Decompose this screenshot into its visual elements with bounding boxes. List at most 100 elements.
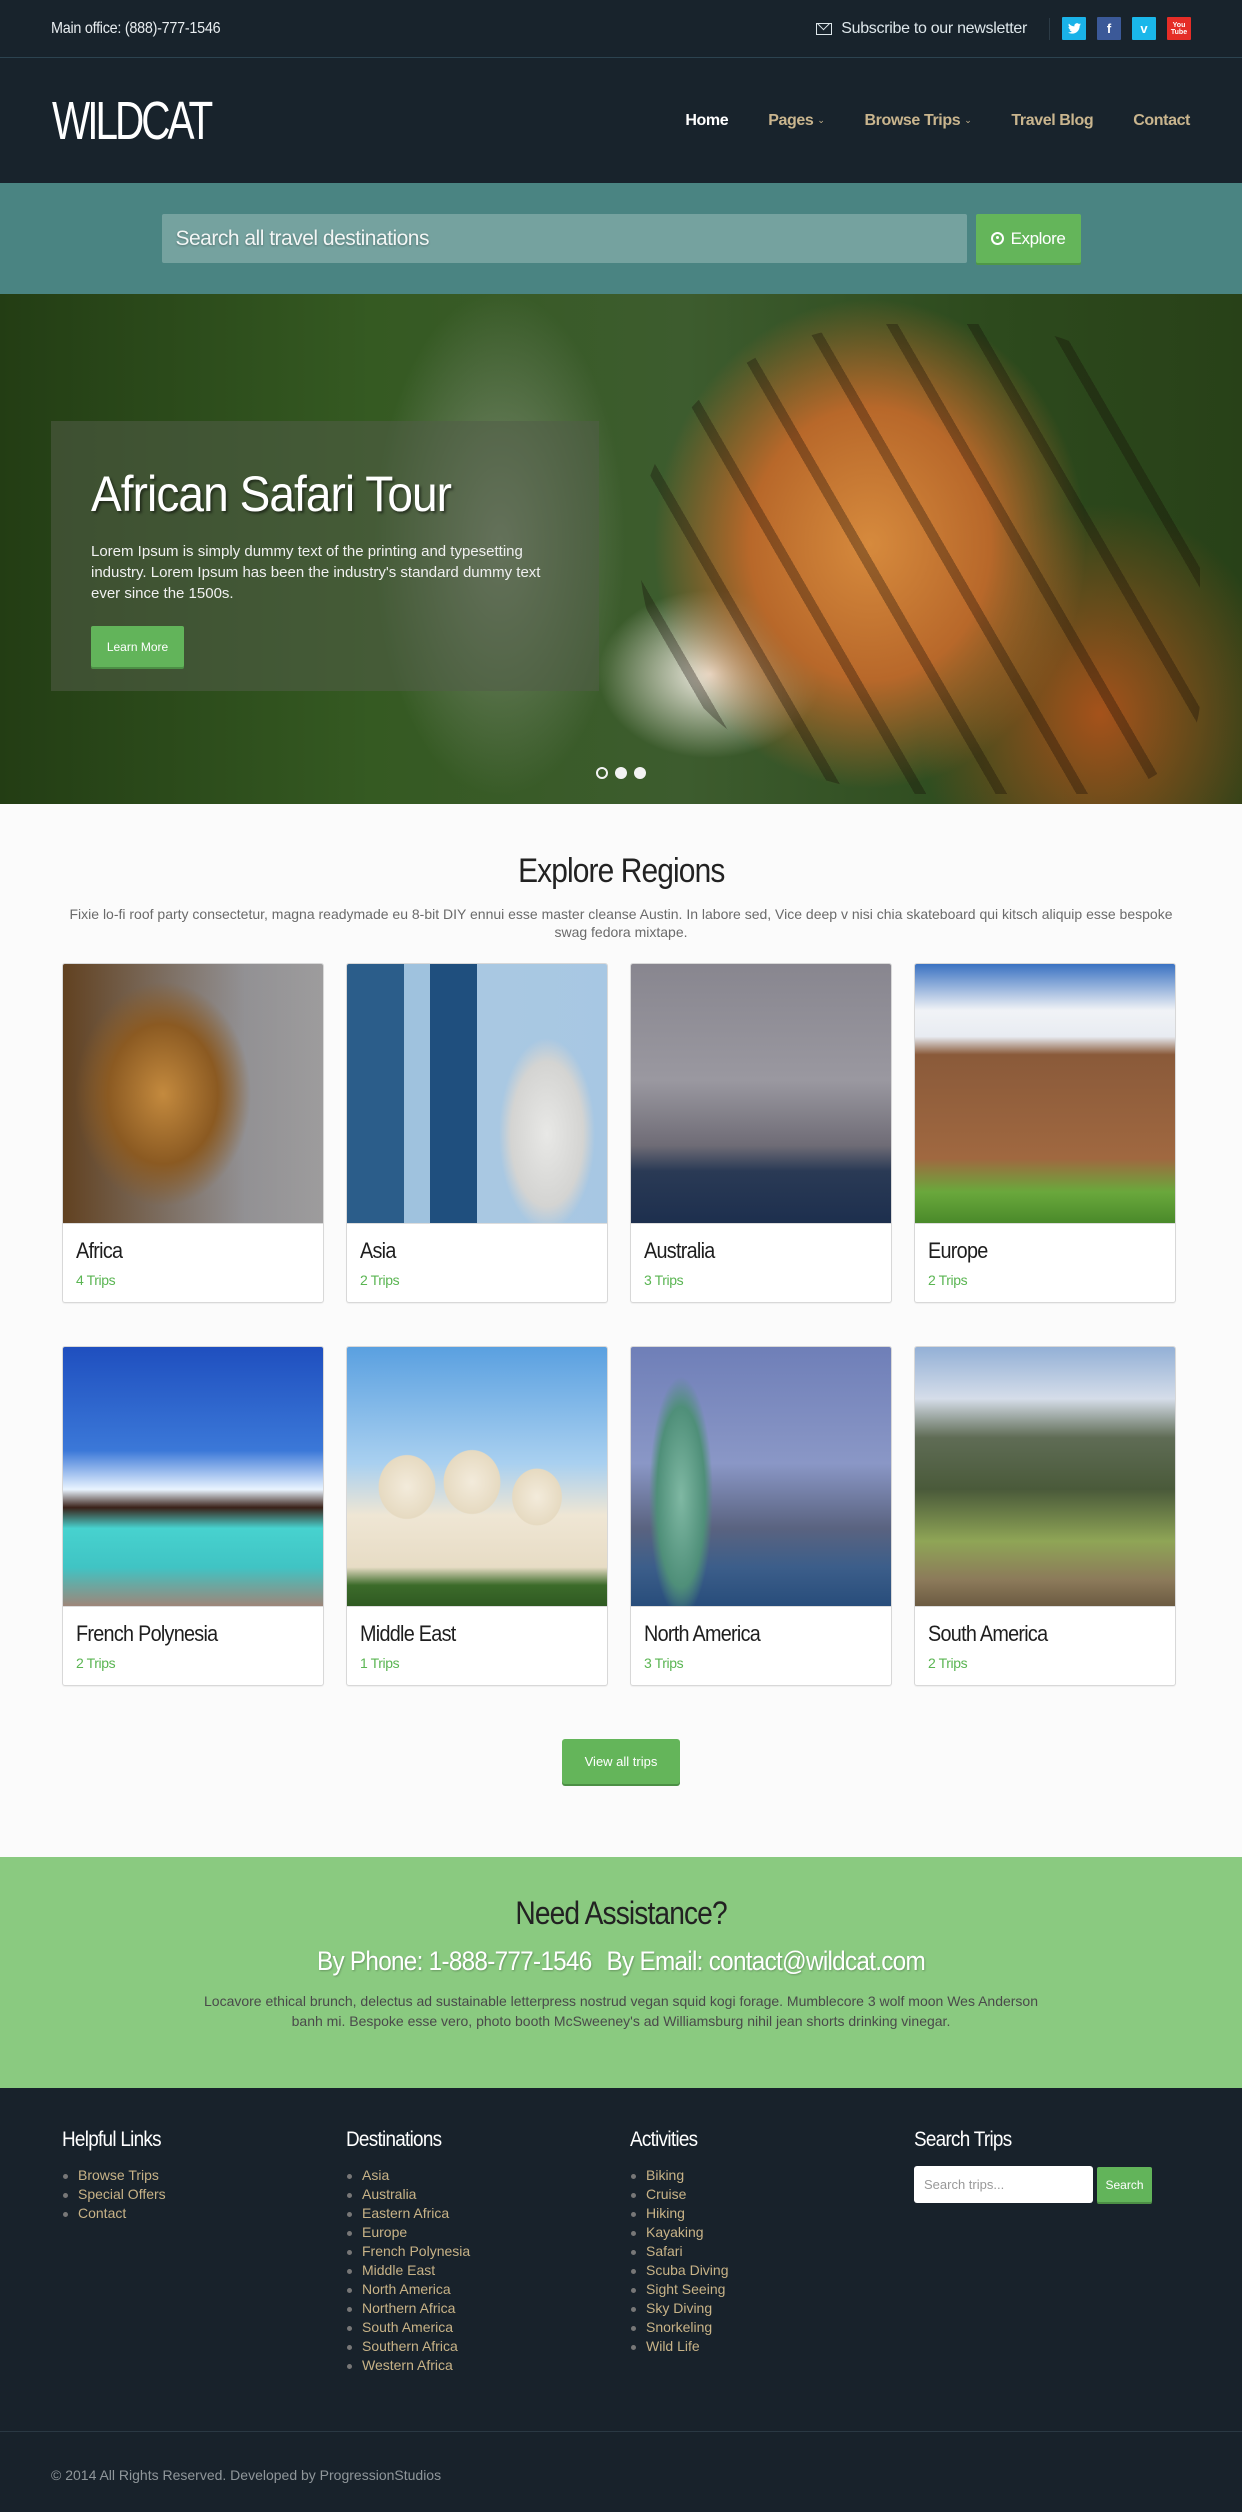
footer-link[interactable]: Asia bbox=[346, 2166, 630, 2185]
footer-divider bbox=[0, 2431, 1242, 2432]
footer-link[interactable]: Wild Life bbox=[630, 2337, 914, 2356]
footer-link[interactable]: Northern Africa bbox=[346, 2299, 630, 2318]
region-card-french-polynesia[interactable]: French Polynesia 2 Trips bbox=[62, 1346, 324, 1686]
footer-link[interactable]: Safari bbox=[630, 2242, 914, 2261]
footer-link[interactable]: Eastern Africa bbox=[346, 2204, 630, 2223]
region-name: French Polynesia bbox=[76, 1621, 218, 1646]
region-trip-count[interactable]: 2 Trips bbox=[928, 1655, 1175, 1671]
newsletter-link[interactable]: Subscribe to our newsletter bbox=[816, 20, 1027, 38]
nav-home[interactable]: Home bbox=[685, 112, 728, 130]
region-trip-count[interactable]: 3 Trips bbox=[644, 1655, 891, 1671]
phone-contact[interactable]: By Phone: 1-888-777-1546 bbox=[317, 1946, 592, 1976]
region-trip-count[interactable]: 2 Trips bbox=[928, 1272, 1175, 1288]
region-trip-count[interactable]: 2 Trips bbox=[360, 1272, 607, 1288]
office-phone: Main office: (888)-777-1546 bbox=[51, 19, 221, 37]
footer-heading: Destinations bbox=[346, 2128, 442, 2151]
learn-more-button[interactable]: Learn More bbox=[91, 626, 184, 667]
footer-link[interactable]: Kayaking bbox=[630, 2223, 914, 2242]
footer-link[interactable]: Australia bbox=[346, 2185, 630, 2204]
vimeo-icon[interactable]: v bbox=[1132, 17, 1156, 40]
facebook-icon[interactable]: f bbox=[1097, 17, 1121, 40]
footer-link[interactable]: North America bbox=[346, 2280, 630, 2299]
youtube-icon[interactable]: You Tube bbox=[1167, 17, 1191, 40]
footer-link[interactable]: South America bbox=[346, 2318, 630, 2337]
region-trip-count[interactable]: 4 Trips bbox=[76, 1272, 323, 1288]
region-name: Middle East bbox=[360, 1621, 456, 1646]
footer-link[interactable]: Cruise bbox=[630, 2185, 914, 2204]
destination-search-input[interactable]: Search all travel destinations bbox=[161, 214, 967, 263]
footer-activities: Activities Biking Cruise Hiking Kayaking… bbox=[630, 2128, 914, 2375]
region-name: North America bbox=[644, 1621, 761, 1646]
nav-contact[interactable]: Contact bbox=[1133, 112, 1190, 130]
nav-pages-label: Pages bbox=[768, 111, 814, 129]
footer-link[interactable]: Biking bbox=[630, 2166, 914, 2185]
region-image bbox=[63, 1347, 323, 1607]
divider bbox=[1049, 17, 1050, 40]
twitter-icon[interactable] bbox=[1062, 17, 1086, 40]
footer-link[interactable]: Southern Africa bbox=[346, 2337, 630, 2356]
footer-link[interactable]: Middle East bbox=[346, 2261, 630, 2280]
explore-button[interactable]: Explore bbox=[975, 214, 1081, 263]
region-name: Africa bbox=[76, 1238, 123, 1263]
footer-link[interactable]: Scuba Diving bbox=[630, 2261, 914, 2280]
footer-link[interactable]: Browse Trips bbox=[62, 2166, 346, 2185]
hero-text: Lorem Ipsum is simply dummy text of the … bbox=[91, 543, 541, 602]
footer-link[interactable]: Western Africa bbox=[346, 2356, 630, 2375]
logo[interactable]: WILDCAT bbox=[52, 90, 213, 152]
footer-search-button[interactable]: Search bbox=[1097, 2167, 1152, 2202]
chevron-down-icon: ⌄ bbox=[817, 115, 825, 125]
region-card-australia[interactable]: Australia 3 Trips bbox=[630, 963, 892, 1303]
chevron-down-icon: ⌄ bbox=[964, 115, 972, 125]
region-card-europe[interactable]: Europe 2 Trips bbox=[914, 963, 1176, 1303]
region-card-africa[interactable]: Africa 4 Trips bbox=[62, 963, 324, 1303]
nav-browse-trips[interactable]: Browse Trips ⌄ bbox=[865, 112, 972, 130]
region-card-middle-east[interactable]: Middle East 1 Trips bbox=[346, 1346, 608, 1686]
footer-search-trips: Search Trips Search trips... Search bbox=[914, 2128, 1198, 2375]
region-card-asia[interactable]: Asia 2 Trips bbox=[346, 963, 608, 1303]
footer-link[interactable]: Hiking bbox=[630, 2204, 914, 2223]
region-name: Europe bbox=[928, 1238, 988, 1263]
top-bar-right: Subscribe to our newsletter f v You Tube bbox=[816, 17, 1191, 40]
compass-icon bbox=[990, 232, 1004, 245]
nav-travel-blog[interactable]: Travel Blog bbox=[1011, 112, 1093, 130]
footer-link[interactable]: Sight Seeing bbox=[630, 2280, 914, 2299]
footer-search-input[interactable]: Search trips... bbox=[914, 2166, 1093, 2203]
section-title: Explore Regions bbox=[517, 852, 725, 890]
assistance-text: Locavore ethical brunch, delectus ad sus… bbox=[204, 1993, 1038, 2029]
footer-link[interactable]: Sky Diving bbox=[630, 2299, 914, 2318]
hero-caption: African Safari Tour Lorem Ipsum is simpl… bbox=[51, 421, 599, 691]
slide-dot-1[interactable] bbox=[596, 767, 608, 779]
vimeo-glyph: v bbox=[1140, 21, 1148, 36]
region-name: Australia bbox=[644, 1238, 715, 1263]
view-all-trips-button[interactable]: View all trips bbox=[562, 1739, 680, 1784]
nav-pages[interactable]: Pages ⌄ bbox=[768, 111, 825, 130]
footer-link[interactable]: Snorkeling bbox=[630, 2318, 914, 2337]
footer-link[interactable]: French Polynesia bbox=[346, 2242, 630, 2261]
region-trip-count[interactable]: 1 Trips bbox=[360, 1655, 607, 1671]
region-card-south-america[interactable]: South America 2 Trips bbox=[914, 1346, 1176, 1686]
newsletter-label: Subscribe to our newsletter bbox=[841, 19, 1027, 37]
email-contact[interactable]: By Email: contact@wildcat.com bbox=[607, 1946, 926, 1976]
youtube-glyph: You Tube bbox=[1170, 21, 1188, 36]
region-card-north-america[interactable]: North America 3 Trips bbox=[630, 1346, 892, 1686]
nav-contact-label: Contact bbox=[1133, 111, 1190, 129]
facebook-glyph: f bbox=[1106, 21, 1112, 36]
destination-search-bar: Search all travel destinations Explore bbox=[0, 183, 1242, 294]
region-image bbox=[631, 964, 891, 1224]
footer-link[interactable]: Europe bbox=[346, 2223, 630, 2242]
region-name: South America bbox=[928, 1621, 1048, 1646]
footer-link[interactable]: Special Offers bbox=[62, 2185, 346, 2204]
assistance-contact: By Phone: 1-888-777-1546 By Email: conta… bbox=[62, 1946, 1180, 1977]
footer-heading: Search Trips bbox=[914, 2128, 1012, 2151]
footer-link[interactable]: Contact bbox=[62, 2204, 346, 2223]
section-lede: Fixie lo-fi roof party consectetur, magn… bbox=[69, 906, 1173, 940]
envelope-icon bbox=[816, 22, 833, 35]
site-footer: Helpful Links Browse Trips Special Offer… bbox=[0, 2088, 1242, 2512]
region-trip-count[interactable]: 3 Trips bbox=[644, 1272, 891, 1288]
footer-helpful-links: Helpful Links Browse Trips Special Offer… bbox=[62, 2128, 346, 2375]
slide-dot-2[interactable] bbox=[615, 767, 627, 779]
slide-dot-3[interactable] bbox=[634, 767, 646, 779]
main-nav: Home Pages ⌄ Browse Trips ⌄ Travel Blog Co… bbox=[645, 112, 1190, 130]
region-trip-count[interactable]: 2 Trips bbox=[76, 1655, 323, 1671]
hero-title: African Safari Tour bbox=[91, 466, 452, 522]
